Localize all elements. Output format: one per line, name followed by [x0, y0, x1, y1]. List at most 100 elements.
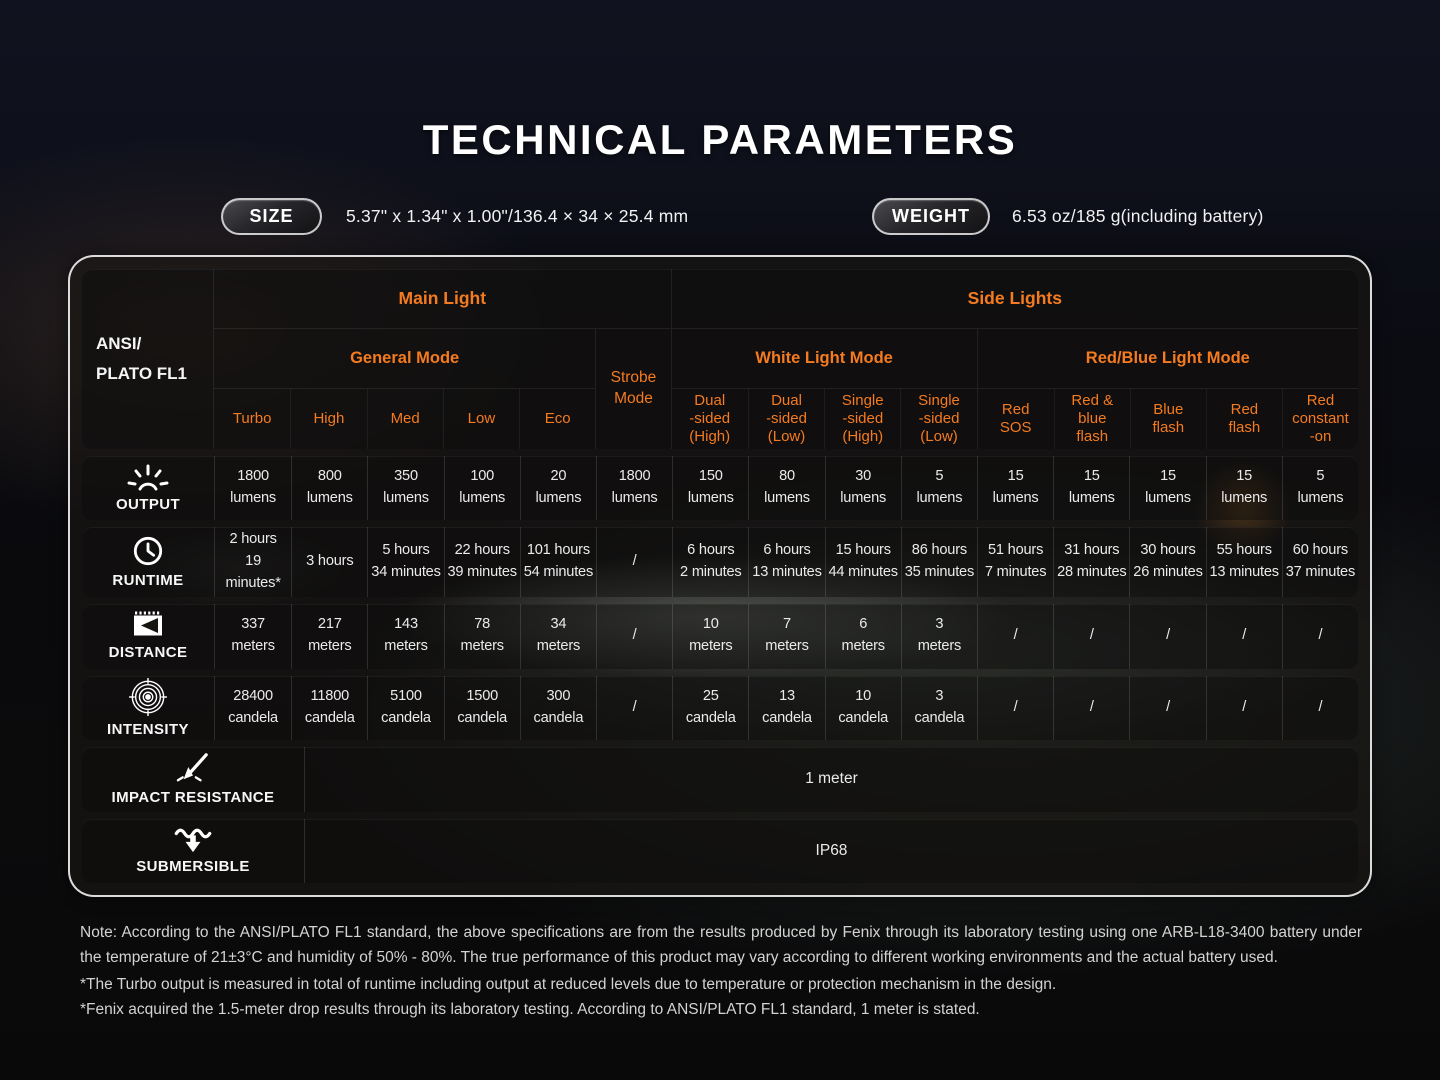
spec-cell: 6 meters [825, 604, 901, 668]
spec-cell: 86 hours 35 minutes [901, 527, 977, 597]
spec-cell: 217 meters [291, 604, 367, 668]
sunburst-icon [126, 463, 170, 491]
column-header: Turbo [214, 389, 290, 449]
column-header: Dual -sided (High) [672, 389, 748, 449]
spec-cell: 15 lumens [1206, 456, 1282, 520]
column-header: Med [367, 389, 443, 449]
spec-cell: 3 candela [901, 676, 977, 740]
row-label: DISTANCE [109, 644, 188, 661]
technical-parameters-table: ANSI/ PLATO FL1 Main Light Side Lights G… [68, 255, 1372, 897]
row-distance: DISTANCE 337 meters217 meters143 meters7… [82, 604, 1358, 668]
spec-cell: 31 hours 28 minutes [1053, 527, 1129, 597]
spec-cell: / [1129, 676, 1205, 740]
runtime-cells: 2 hours 19 minutes*3 hours5 hours 34 min… [214, 527, 1358, 597]
spec-cell: 15 lumens [1129, 456, 1205, 520]
page-title: TECHNICAL PARAMETERS [0, 116, 1440, 164]
spec-cell: 5 lumens [1282, 456, 1358, 520]
spec-cell: 5100 candela [367, 676, 443, 740]
spec-cell: 11800 candela [291, 676, 367, 740]
clock-icon [132, 535, 164, 567]
spec-cell: / [596, 676, 672, 740]
spec-cell: 10 candela [825, 676, 901, 740]
column-headers-white: Dual -sided (High)Dual -sided (Low) Singl… [672, 389, 977, 449]
row-label: RUNTIME [112, 572, 183, 589]
distance-cells: 337 meters217 meters143 meters78 meters3… [214, 604, 1358, 668]
spec-cell: / [977, 604, 1053, 668]
spec-cell: 101 hours 54 minutes [520, 527, 596, 597]
spec-cell: 1500 candela [444, 676, 520, 740]
row-runtime: RUNTIME 2 hours 19 minutes*3 hours5 hour… [82, 527, 1358, 597]
spec-cell: 30 hours 26 minutes [1129, 527, 1205, 597]
spec-cell: 51 hours 7 minutes [977, 527, 1053, 597]
spec-cell: / [1053, 604, 1129, 668]
row-impact-resistance: IMPACT RESISTANCE 1 meter [82, 747, 1358, 811]
spec-cell: 143 meters [367, 604, 443, 668]
spec-cell: / [596, 527, 672, 597]
spec-cell: 25 candela [672, 676, 748, 740]
spec-cell: / [596, 604, 672, 668]
column-header: Red SOS [978, 389, 1054, 449]
row-label: IMPACT RESISTANCE [112, 789, 275, 806]
column-header: Red flash [1206, 389, 1282, 449]
weight-value: 6.53 oz/185 g(including battery) [1012, 198, 1264, 235]
column-header: Single -sided (Low) [900, 389, 976, 449]
column-header: Red & blue flash [1054, 389, 1130, 449]
spec-cell: 34 meters [520, 604, 596, 668]
spec-cell: / [1206, 604, 1282, 668]
column-header: Eco [519, 389, 595, 449]
note-drop: *Fenix acquired the 1.5-meter drop resul… [80, 997, 1362, 1022]
impact-arrow-icon [175, 752, 211, 784]
column-header: High [290, 389, 366, 449]
column-headers-redblue: Red SOSRed & blue flashBlue flashRed fla… [977, 389, 1358, 449]
spec-cell: 55 hours 13 minutes [1206, 527, 1282, 597]
subgroup-white-light-mode: White Light Mode [672, 329, 977, 389]
row-intensity: INTENSITY 28400 candela11800 candela5100… [82, 676, 1358, 740]
spec-cell: 15 hours 44 minutes [825, 527, 901, 597]
intensity-cells: 28400 candela11800 candela5100 candela15… [214, 676, 1358, 740]
subgroup-general-mode: General Mode [214, 329, 595, 389]
spec-cell: 6 hours 13 minutes [748, 527, 824, 597]
standard-label: ANSI/ PLATO FL1 [82, 269, 214, 449]
column-header: Dual -sided (Low) [748, 389, 824, 449]
column-header: Red constant -on [1282, 389, 1358, 449]
subgroup-red-blue-light-mode: Red/Blue Light Mode [977, 329, 1358, 389]
spec-cell: 78 meters [444, 604, 520, 668]
spec-cell: / [1282, 676, 1358, 740]
output-cells: 1800 lumens800 lumens350 lumens100 lumen… [214, 456, 1358, 520]
row-label: OUTPUT [116, 496, 180, 513]
spec-cell: 1800 lumens [215, 456, 291, 520]
column-headers-general: TurboHighMedLowEco [214, 389, 595, 449]
spec-cell: 60 hours 37 minutes [1282, 527, 1358, 597]
impact-resistance-value: 1 meter [304, 747, 1358, 811]
spec-cell: 150 lumens [672, 456, 748, 520]
spec-cell: 20 lumens [520, 456, 596, 520]
group-side-lights: Side Lights [672, 269, 1358, 329]
submersible-water-icon [173, 827, 213, 853]
spec-cell: 22 hours 39 minutes [444, 527, 520, 597]
spec-cell: 3 meters [901, 604, 977, 668]
row-label: INTENSITY [107, 721, 189, 738]
spec-cell: 5 lumens [901, 456, 977, 520]
table-header: ANSI/ PLATO FL1 Main Light Side Lights G… [82, 269, 1358, 449]
spec-cell: / [1053, 676, 1129, 740]
spec-cell: 15 lumens [977, 456, 1053, 520]
row-output: OUTPUT 1800 lumens800 lumens350 lumens10… [82, 456, 1358, 520]
spec-cell: 10 meters [672, 604, 748, 668]
spec-cell: / [1282, 604, 1358, 668]
size-badge: SIZE [221, 198, 322, 235]
spec-cell: 100 lumens [444, 456, 520, 520]
spec-cell: 6 hours 2 minutes [672, 527, 748, 597]
spec-cell: 337 meters [215, 604, 291, 668]
size-value: 5.37" x 1.34" x 1.00"/136.4 × 34 × 25.4 … [346, 198, 688, 235]
spec-cell: 3 hours [291, 527, 367, 597]
spec-cell: 13 candela [748, 676, 824, 740]
target-intensity-icon [129, 678, 167, 716]
spec-cell: 350 lumens [367, 456, 443, 520]
spec-cell: 800 lumens [291, 456, 367, 520]
spec-cell: 7 meters [748, 604, 824, 668]
group-main-light: Main Light [214, 269, 672, 329]
submersible-value: IP68 [304, 819, 1358, 883]
column-header: Low [443, 389, 519, 449]
note-paragraph: Note: According to the ANSI/PLATO FL1 st… [80, 920, 1362, 970]
column-header: Blue flash [1130, 389, 1206, 449]
